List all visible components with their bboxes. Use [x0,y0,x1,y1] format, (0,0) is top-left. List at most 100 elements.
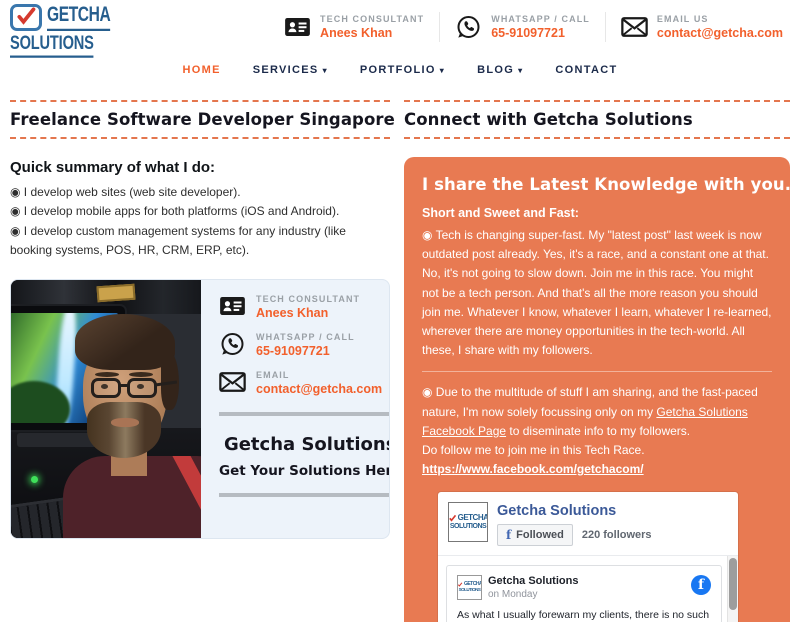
contact-value: 65-91097721 [256,344,355,358]
post-author[interactable]: Getcha Solutions [488,575,578,587]
left-section-heading: Freelance Software Developer Singapore [10,100,390,139]
nav-label: BLOG [477,64,514,76]
facebook-page-embed: GETCHA SOLUTIONS Getcha Solutions f Follo… [438,492,738,622]
scrollbar-thumb[interactable] [729,558,737,610]
logo-text-line1: GETCHA [458,514,488,522]
left-column: Freelance Software Developer Singapore Q… [10,92,390,622]
profile-card: TECH CONSULTANT Anees Khan WHATSAPP / CA… [10,279,390,539]
logo-text-line2: SOLUTIONS [450,523,486,530]
header-consultant[interactable]: TECH CONSULTANT Anees Khan [269,12,439,42]
checkmark-icon [10,4,42,31]
contact-label: EMAIL [256,370,382,380]
post-header: GETCHA SOLUTIONS Getcha Solutions on Mon… [457,575,711,600]
photo-led [31,476,38,483]
summary-bullet: ◉ I develop custom management systems fo… [10,222,390,261]
photo-eyebrow [95,372,119,377]
knowledge-heading: I share the Latest Knowledge with you. [422,175,772,194]
nav-label: PORTFOLIO [360,64,436,76]
post-avatar[interactable]: GETCHA SOLUTIONS [457,575,482,600]
photo-glasses-lens [91,378,121,398]
knowledge-panel: I share the Latest Knowledge with you. S… [404,157,790,622]
id-card-icon [219,294,246,318]
nav-home[interactable]: HOME [183,64,221,76]
nav-services[interactable]: SERVICES ▾ [253,64,328,76]
fb-page-name-link[interactable]: Getcha Solutions [497,503,616,519]
nav-contact[interactable]: CONTACT [555,64,617,76]
followers-count: 220 followers [582,529,652,541]
facebook-icon: f [506,528,511,542]
photo-glasses-lens [127,378,157,398]
contact-label: WHATSAPP / CALL [256,332,355,342]
header-contact-bar: TECH CONSULTANT Anees Khan WHATSAPP / CA… [269,12,798,42]
followed-button[interactable]: f Followed [497,524,573,546]
page-content: Freelance Software Developer Singapore Q… [0,92,800,622]
contact-value: Anees Khan [320,26,424,40]
card-whatsapp[interactable]: WHATSAPP / CALL 65-91097721 [219,332,390,358]
follow-line: Do follow me to join me in this Tech Rac… [422,441,772,460]
contact-label: EMAIL US [657,14,783,24]
quick-summary: Quick summary of what I do: ◉ I develop … [10,159,390,261]
paragraph-text: to diseminate info to my followers. [506,424,690,438]
divider [219,493,390,497]
photo-lips [111,418,139,427]
checkmark-icon [448,514,457,522]
card-email[interactable]: EMAIL contact@getcha.com [219,370,390,396]
photo-person-hair [75,314,175,370]
page-title: Freelance Software Developer Singapore [10,110,390,129]
facebook-post: GETCHA SOLUTIONS Getcha Solutions on Mon… [446,565,722,622]
logo-text-line1: GETCHA [47,3,110,31]
contact-value: 65-91097721 [491,26,590,40]
embed-header: GETCHA SOLUTIONS Getcha Solutions f Follo… [438,492,738,555]
photo-shirt-stripe [152,456,201,533]
contact-value: Anees Khan [256,306,360,320]
logo-text-line2: SOLUTIONS [10,32,94,58]
photo-beard [87,402,161,458]
site-header: GETCHA SOLUTIONS TECH CONSULTANT Anees K… [0,0,800,92]
contact-label: TECH CONSULTANT [320,14,424,24]
embed-timeline: GETCHA SOLUTIONS Getcha Solutions on Mon… [438,555,738,622]
logo-text-line2: SOLUTIONS [459,588,481,593]
connect-title: Connect with Getcha Solutions [404,110,790,129]
knowledge-paragraph-1: ◉ Tech is changing super-fast. My "lates… [422,226,772,360]
whatsapp-icon [455,15,482,39]
card-consultant[interactable]: TECH CONSULTANT Anees Khan [219,294,390,320]
brand-subtitle: Get Your Solutions Here [219,463,390,479]
right-section-heading: Connect with Getcha Solutions [404,100,790,139]
post-text: As what I usually forewarn my clients, t… [457,608,711,622]
getcha-logo-thumbnail[interactable]: GETCHA SOLUTIONS [448,502,488,542]
post-timestamp[interactable]: on Monday [488,589,578,600]
followed-label: Followed [516,529,564,541]
nav-label: HOME [183,64,221,76]
contact-value: contact@getcha.com [657,26,783,40]
header-whatsapp[interactable]: WHATSAPP / CALL 65-91097721 [439,12,605,42]
right-column: Connect with Getcha Solutions I share th… [404,92,790,622]
email-icon [219,370,246,394]
header-email[interactable]: EMAIL US contact@getcha.com [605,12,798,42]
divider [422,371,772,372]
email-icon [621,15,648,39]
summary-bullet: ◉ I develop mobile apps for both platfor… [10,202,390,221]
chevron-down-icon: ▾ [323,66,328,75]
developer-photo [11,280,201,538]
nav-blog[interactable]: BLOG▾ [477,64,523,76]
photo-eyebrow [129,372,153,377]
contact-label: TECH CONSULTANT [256,294,360,304]
facebook-icon[interactable]: f [691,575,711,595]
summary-bullet: ◉ I develop web sites (web site develope… [10,183,390,202]
facebook-url-link[interactable]: https://www.facebook.com/getchacom/ [422,462,644,476]
id-card-icon [284,15,311,39]
site-logo[interactable]: GETCHA SOLUTIONS [10,4,124,55]
contact-value: contact@getcha.com [256,382,382,396]
knowledge-subheading: Short and Sweet and Fast: [422,206,772,220]
whatsapp-icon [219,332,246,356]
nav-label: CONTACT [555,64,617,76]
nav-portfolio[interactable]: PORTFOLIO▾ [360,64,445,76]
brand-title: Getcha Solutions [219,434,390,455]
embed-scrollbar[interactable] [727,556,738,622]
nav-label: SERVICES [253,64,319,76]
knowledge-paragraph-2: ◉ Due to the multitude of stuff I am sha… [422,383,772,441]
summary-title: Quick summary of what I do: [10,159,390,176]
contact-label: WHATSAPP / CALL [491,14,590,24]
main-nav: HOME SERVICES ▾ PORTFOLIO▾ BLOG▾ CONTACT [0,64,800,76]
profile-contact-panel: TECH CONSULTANT Anees Khan WHATSAPP / CA… [201,280,390,538]
